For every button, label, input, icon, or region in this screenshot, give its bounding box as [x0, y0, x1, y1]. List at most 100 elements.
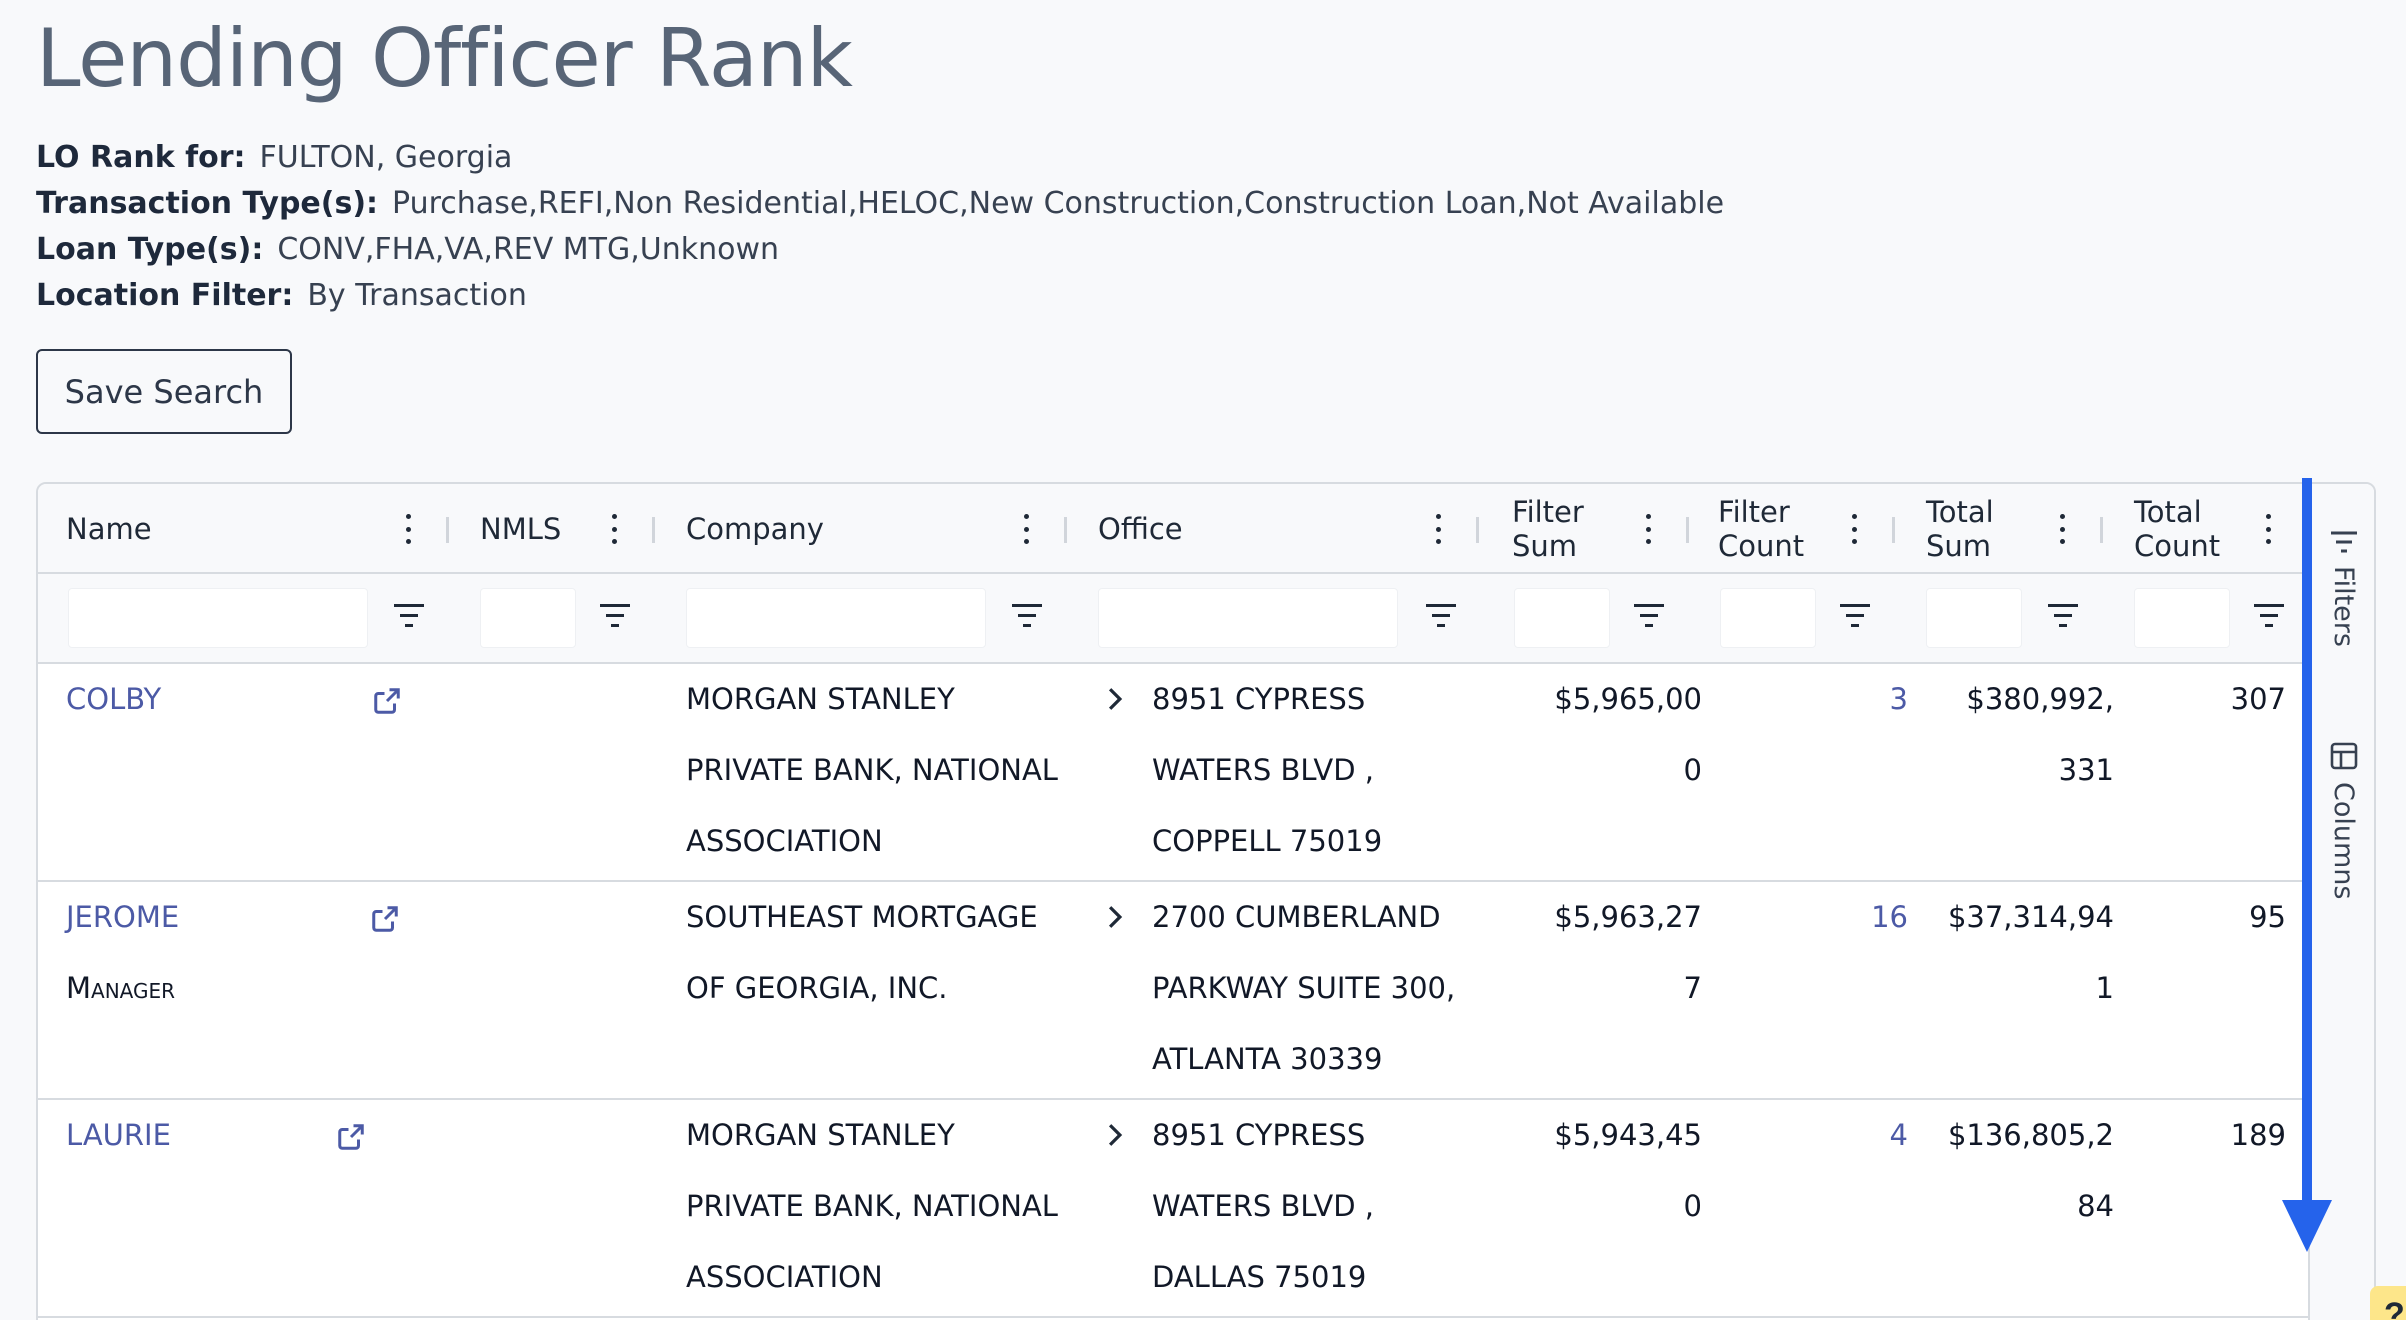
grid-header: Name NMLS Company Office Filter Sum Filt…	[38, 484, 2308, 574]
company-line: SOUTHEAST MORTGAGE	[686, 900, 1038, 934]
scroll-indicator-line	[2302, 478, 2312, 1208]
filter-input-office[interactable]	[1098, 588, 1398, 648]
table-row[interactable]: COLBY MORGAN STANLEY PRIVATE BANK, NATIO…	[38, 664, 2308, 882]
filter-icon[interactable]	[1840, 604, 1870, 630]
office-cell: 2700 CUMBERLAND PARKWAY SUITE 300, ATLAN…	[1152, 882, 1455, 1095]
company-cell: MORGAN STANLEY PRIVATE BANK, NATIONAL AS…	[686, 1100, 1058, 1313]
filter-sum-line: $5,943,45	[1554, 1118, 1702, 1152]
columns-tab[interactable]: Columns	[2328, 742, 2359, 899]
company-cell: SOUTHEAST MORTGAGE OF GEORGIA, INC.	[686, 882, 1038, 1024]
column-header-filter-count[interactable]: Filter Count	[1718, 484, 1828, 574]
filter-icon	[2330, 531, 2357, 553]
company-line: PRIVATE BANK, NATIONAL	[686, 1189, 1058, 1223]
column-resize-handle[interactable]	[2100, 517, 2103, 543]
criteria-transaction-types: Transaction Type(s): Purchase,REFI,Non R…	[36, 181, 1724, 227]
column-menu-office-icon[interactable]	[1432, 514, 1444, 544]
page-title: Lending Officer Rank	[36, 12, 853, 105]
help-widget-button[interactable]: ?	[2370, 1286, 2406, 1320]
officer-name-link[interactable]: JEROME	[66, 882, 179, 953]
column-header-filter-sum[interactable]: Filter Sum	[1512, 484, 1622, 574]
officer-name-link[interactable]: COLBY	[66, 664, 161, 735]
total-count-cell: 95	[2249, 900, 2286, 934]
criteria-loan-types: Loan Type(s): CONV,FHA,VA,REV MTG,Unknow…	[36, 227, 1724, 273]
column-menu-company-icon[interactable]	[1020, 514, 1032, 544]
total-count-cell: 307	[2230, 682, 2286, 716]
column-header-office[interactable]: Office	[1098, 484, 1398, 574]
external-link-icon[interactable]	[372, 686, 402, 716]
table-row[interactable]: LAURIE MORGAN STANLEY PRIVATE BANK, NATI…	[38, 1100, 2308, 1318]
filter-input-total-count[interactable]	[2134, 588, 2230, 648]
criteria-value: By Transaction	[307, 278, 527, 313]
table-row[interactable]: JEROME Manager SOUTHEAST MORTGAGE OF GEO…	[38, 882, 2308, 1100]
save-search-button[interactable]: Save Search	[36, 349, 292, 434]
office-line: 8951 CYPRESS	[1152, 1118, 1366, 1152]
filter-icon[interactable]	[1012, 604, 1042, 630]
column-menu-filter-sum-icon[interactable]	[1642, 514, 1654, 544]
office-cell: 8951 CYPRESS WATERS BLVD , COPPELL 75019	[1152, 664, 1382, 877]
company-cell: MORGAN STANLEY PRIVATE BANK, NATIONAL AS…	[686, 664, 1058, 877]
total-sum-cell: $380,992, 331	[1928, 664, 2114, 806]
column-header-nmls[interactable]: NMLS	[480, 484, 590, 574]
filter-input-total-sum[interactable]	[1926, 588, 2022, 648]
filter-icon[interactable]	[2254, 604, 2284, 630]
filter-input-nmls[interactable]	[480, 588, 576, 648]
chevron-right-icon[interactable]	[1104, 1122, 1126, 1148]
filter-sum-cell: $5,965,00 0	[1512, 664, 1702, 806]
filter-input-name[interactable]	[68, 588, 368, 648]
column-menu-nmls-icon[interactable]	[608, 514, 620, 544]
total-sum-cell: $136,805,2 84	[1928, 1100, 2114, 1242]
chevron-right-icon[interactable]	[1104, 904, 1126, 930]
filter-input-company[interactable]	[686, 588, 986, 648]
column-header-name[interactable]: Name	[66, 484, 366, 574]
column-menu-total-sum-icon[interactable]	[2056, 514, 2068, 544]
column-resize-handle[interactable]	[446, 517, 449, 543]
filter-icon[interactable]	[394, 604, 424, 630]
filter-input-filter-sum[interactable]	[1514, 588, 1610, 648]
officer-name-link[interactable]: LAURIE	[66, 1100, 171, 1171]
total-sum-line: $136,805,2	[1947, 1118, 2114, 1152]
grid-side-panel: Filters Columns	[2308, 484, 2374, 1320]
total-sum-line: 331	[2058, 753, 2114, 787]
office-line: PARKWAY SUITE 300,	[1152, 971, 1456, 1005]
filter-input-filter-count[interactable]	[1720, 588, 1816, 648]
filter-icon[interactable]	[1634, 604, 1664, 630]
total-sum-line: $380,992,	[1966, 682, 2114, 716]
filters-tab[interactable]: Filters	[2328, 530, 2359, 647]
filter-count-link[interactable]: 4	[1738, 1100, 1908, 1171]
column-resize-handle[interactable]	[1892, 517, 1895, 543]
total-sum-line: 1	[2095, 971, 2114, 1005]
criteria-label: LO Rank for:	[36, 140, 246, 175]
column-resize-handle[interactable]	[1064, 517, 1067, 543]
criteria-label: Transaction Type(s):	[36, 186, 379, 221]
external-link-icon[interactable]	[336, 1122, 366, 1152]
total-sum-line: $37,314,94	[1947, 900, 2114, 934]
filter-icon[interactable]	[1426, 604, 1456, 630]
total-sum-line: 84	[2077, 1189, 2114, 1223]
column-menu-total-count-icon[interactable]	[2262, 514, 2274, 544]
filter-sum-line: 0	[1683, 753, 1702, 787]
column-header-total-sum[interactable]: Total Sum	[1926, 484, 2036, 574]
column-resize-handle[interactable]	[652, 517, 655, 543]
filter-sum-line: 7	[1683, 971, 1702, 1005]
external-link-icon[interactable]	[370, 904, 400, 934]
company-line: PRIVATE BANK, NATIONAL	[686, 753, 1058, 787]
filter-icon[interactable]	[600, 604, 630, 630]
filter-count-link[interactable]: 16	[1738, 882, 1908, 953]
company-line: MORGAN STANLEY	[686, 682, 955, 716]
filter-count-link[interactable]: 3	[1738, 664, 1908, 735]
column-header-company[interactable]: Company	[686, 484, 986, 574]
column-resize-handle[interactable]	[1476, 517, 1479, 543]
office-line: WATERS BLVD ,	[1152, 753, 1374, 787]
column-menu-name-icon[interactable]	[402, 514, 414, 544]
company-line: MORGAN STANLEY	[686, 1118, 955, 1152]
chevron-right-icon[interactable]	[1104, 686, 1126, 712]
filter-sum-line: 0	[1683, 1189, 1702, 1223]
filter-icon[interactable]	[2048, 604, 2078, 630]
office-line: 8951 CYPRESS	[1152, 682, 1366, 716]
criteria-lo-rank: LO Rank for: FULTON, Georgia	[36, 135, 1724, 181]
column-resize-handle[interactable]	[1686, 517, 1689, 543]
column-menu-filter-count-icon[interactable]	[1848, 514, 1860, 544]
filter-sum-line: $5,963,27	[1554, 900, 1702, 934]
column-header-total-count[interactable]: Total Count	[2134, 484, 2244, 574]
grid-filter-row	[38, 574, 2308, 664]
